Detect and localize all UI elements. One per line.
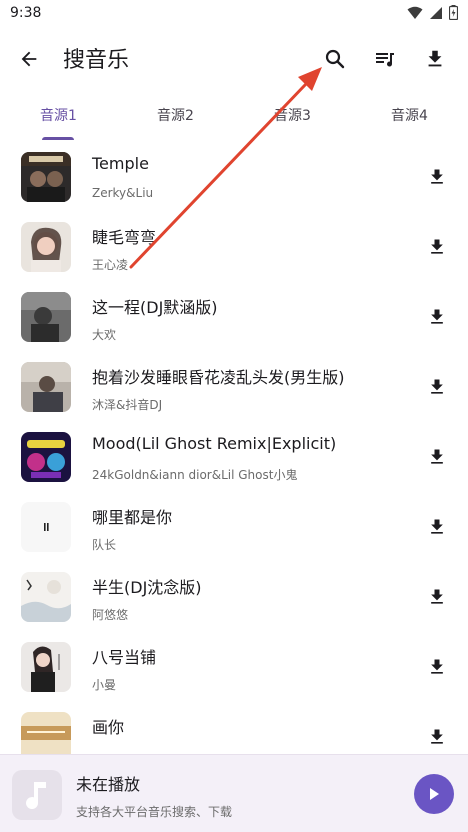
song-row[interactable]: 抱着沙发睡眼昏花凌乱头发(男生版) 沐泽&抖音DJ xyxy=(0,352,468,422)
source-tabs: 音源1 音源2 音源3 音源4 xyxy=(0,92,468,140)
song-artist: 小曼 xyxy=(92,678,117,692)
album-cover xyxy=(21,572,71,622)
search-button[interactable] xyxy=(320,44,350,74)
song-title: 这一程(DJ默涵版) xyxy=(92,298,218,317)
album-cover xyxy=(21,362,71,412)
song-row[interactable]: 这一程(DJ默涵版) 大欢 xyxy=(0,282,468,352)
song-artist: 队长 xyxy=(92,538,117,552)
download-manager-button[interactable] xyxy=(420,44,450,74)
tab-source-4[interactable]: 音源4 xyxy=(351,92,468,140)
download-icon xyxy=(431,379,443,394)
download-icon xyxy=(431,239,443,254)
download-button[interactable] xyxy=(424,724,450,750)
download-icon xyxy=(431,729,443,744)
download-button[interactable] xyxy=(424,444,450,470)
signal-icon xyxy=(430,6,442,19)
download-button[interactable] xyxy=(424,374,450,400)
song-title: 画你 xyxy=(92,718,125,737)
music-note-icon xyxy=(26,782,46,810)
top-app-bar: 搜音乐 xyxy=(0,28,468,88)
play-button[interactable] xyxy=(414,774,454,814)
tab-source-1[interactable]: 音源1 xyxy=(0,92,117,140)
album-cover xyxy=(21,292,71,342)
album-cover xyxy=(21,502,71,552)
player-cover xyxy=(12,770,62,820)
song-list: Temple Zerky&Liu 睫毛弯弯 王心凌 这一程(DJ默涵版) 大欢 … xyxy=(0,142,468,754)
mini-player[interactable]: 未在播放 支持各大平台音乐搜索、下载 xyxy=(0,754,468,832)
player-subtitle: 支持各大平台音乐搜索、下载 xyxy=(76,805,233,819)
song-row[interactable]: Temple Zerky&Liu xyxy=(0,142,468,212)
song-title: 哪里都是你 xyxy=(92,508,173,527)
song-artist: 阿悠悠 xyxy=(92,608,129,622)
download-icon xyxy=(428,50,442,67)
song-artist: 大欢 xyxy=(92,328,117,342)
download-icon xyxy=(431,519,443,534)
arrow-back-icon xyxy=(21,51,37,67)
album-cover xyxy=(21,712,71,754)
album-cover xyxy=(21,222,71,272)
song-artist: 24kGoldn&iann dior&Lil Ghost小鬼 xyxy=(92,468,298,482)
song-row[interactable]: 半生(DJ沈念版) 阿悠悠 xyxy=(0,562,468,632)
download-button[interactable] xyxy=(424,514,450,540)
song-artist: 沐泽&抖音DJ xyxy=(92,398,163,412)
tab-source-3[interactable]: 音源3 xyxy=(234,92,351,140)
download-icon xyxy=(431,659,443,674)
player-title: 未在播放 xyxy=(76,775,141,794)
song-row[interactable]: 画你 xyxy=(0,702,468,754)
song-artist: 王心凌 xyxy=(92,258,129,272)
song-title: 睫毛弯弯 xyxy=(92,228,157,247)
download-button[interactable] xyxy=(424,654,450,680)
download-button[interactable] xyxy=(424,304,450,330)
download-button[interactable] xyxy=(424,164,450,190)
song-row[interactable]: 哪里都是你 队长 xyxy=(0,492,468,562)
download-button[interactable] xyxy=(424,584,450,610)
queue-music-icon xyxy=(376,53,394,67)
wifi-icon xyxy=(407,6,423,19)
download-icon xyxy=(431,309,443,324)
song-title: 八号当铺 xyxy=(92,648,157,667)
battery-icon xyxy=(449,5,458,20)
search-icon xyxy=(325,49,345,69)
download-icon xyxy=(431,449,443,464)
album-cover xyxy=(21,152,71,202)
song-title: 半生(DJ沈念版) xyxy=(92,578,202,597)
song-row[interactable]: Mood(Lil Ghost Remix|Explicit) 24kGoldn&… xyxy=(0,422,468,492)
status-icons xyxy=(407,5,458,20)
song-row[interactable]: 睫毛弯弯 王心凌 xyxy=(0,212,468,282)
play-icon xyxy=(430,788,439,800)
album-cover xyxy=(21,642,71,692)
status-bar: 9:38 xyxy=(0,0,468,28)
tab-indicator xyxy=(42,137,74,140)
back-button[interactable] xyxy=(14,44,44,74)
playlist-button[interactable] xyxy=(370,44,400,74)
tab-source-2[interactable]: 音源2 xyxy=(117,92,234,140)
download-button[interactable] xyxy=(424,234,450,260)
song-title: 抱着沙发睡眼昏花凌乱头发(男生版) xyxy=(92,368,345,387)
status-time: 9:38 xyxy=(10,5,42,21)
album-cover xyxy=(21,432,71,482)
song-title: Mood(Lil Ghost Remix|Explicit) xyxy=(92,434,337,453)
page-title: 搜音乐 xyxy=(63,48,130,73)
download-icon xyxy=(431,589,443,604)
song-artist: Zerky&Liu xyxy=(92,186,154,200)
download-icon xyxy=(431,169,443,184)
song-title: Temple xyxy=(92,154,149,173)
song-row[interactable]: 八号当铺 小曼 xyxy=(0,632,468,702)
